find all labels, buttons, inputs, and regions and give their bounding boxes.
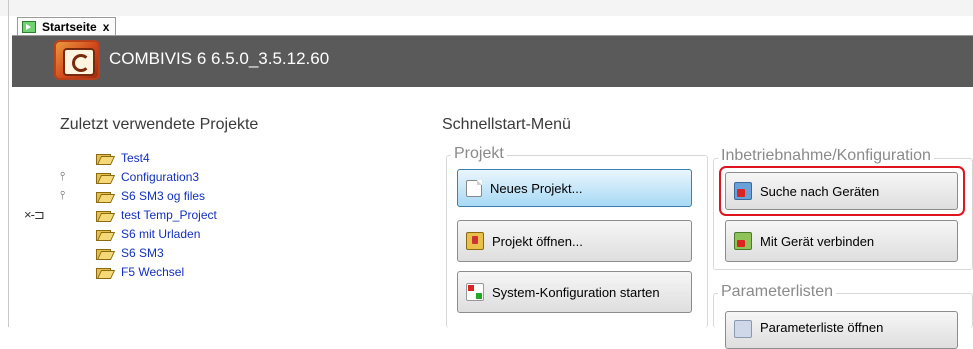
recent-project-item[interactable]: S6 mit Urladen — [96, 225, 200, 243]
folder-icon — [96, 229, 111, 241]
folder-icon — [96, 210, 111, 222]
recent-project-item[interactable]: Configuration3 — [96, 168, 199, 186]
parameter-group-label: Parameterlisten — [718, 283, 837, 301]
recent-project-label: F5 Wechsel — [121, 265, 185, 279]
recent-project-item[interactable]: S6 SM3 — [96, 244, 164, 262]
parameter-list-button[interactable]: Parameterliste öffnen — [725, 311, 958, 349]
recent-project-label: Configuration3 — [121, 170, 200, 184]
open-project-button[interactable]: Projekt öffnen... — [457, 220, 692, 262]
parameter-list-icon — [734, 320, 752, 338]
system-config-icon — [466, 283, 484, 301]
highlight-marker — [719, 166, 965, 216]
open-folder-icon — [466, 232, 484, 250]
commissioning-group-label: Inbetriebnahme/Konfiguration — [718, 147, 934, 165]
recent-project-label: S6 mit Urladen — [121, 227, 201, 241]
tab-label: Startseite — [42, 20, 97, 34]
recent-project-label: S6 SM3 og files — [121, 189, 206, 203]
unpin-icon[interactable]: ×-⊐ — [24, 207, 45, 223]
left-border — [8, 0, 9, 327]
parameter-list-label: Parameterliste öffnen — [760, 320, 884, 335]
recent-project-item[interactable]: Test4 — [96, 149, 150, 167]
folder-icon — [96, 153, 111, 165]
device-connect-label: Mit Gerät verbinden — [760, 233, 875, 249]
device-connect-icon — [734, 232, 752, 250]
system-config-label: System-Konfiguration starten — [492, 284, 660, 300]
new-document-icon — [466, 179, 482, 197]
recent-project-item[interactable]: F5 Wechsel — [96, 263, 184, 281]
recent-project-item[interactable]: test Temp_Project — [96, 206, 217, 224]
recent-project-item[interactable]: S6 SM3 og files — [96, 187, 205, 205]
recent-project-label: Test4 — [121, 151, 150, 165]
tab-close-button[interactable]: x — [103, 20, 110, 34]
tab-startseite[interactable]: Startseite x — [17, 17, 117, 36]
recent-projects-title: Zuletzt verwendete Projekte — [60, 116, 259, 133]
folder-icon — [96, 191, 111, 203]
new-project-label: Neues Projekt... — [490, 180, 583, 196]
quickstart-title: Schnellstart-Menü — [442, 116, 571, 133]
project-group-label: Projekt — [451, 145, 507, 163]
recent-project-label: test Temp_Project — [121, 208, 217, 222]
pin-icon[interactable]: ⫯ — [60, 169, 65, 184]
recent-project-label: S6 SM3 — [121, 246, 164, 260]
combivis-logo-icon — [54, 40, 100, 80]
device-connect-button[interactable]: Mit Gerät verbinden — [725, 220, 958, 262]
folder-icon — [96, 172, 111, 184]
folder-icon — [96, 267, 111, 279]
new-project-button[interactable]: Neues Projekt... — [457, 169, 692, 207]
open-project-label: Projekt öffnen... — [492, 233, 583, 249]
app-title: COMBIVIS 6 6.5.0_3.5.12.60 — [109, 49, 330, 68]
top-strip — [0, 0, 973, 16]
pin-icon[interactable]: ⫯ — [60, 188, 65, 203]
home-page-icon — [22, 21, 36, 33]
folder-icon — [96, 248, 111, 260]
system-config-button[interactable]: System-Konfiguration starten — [457, 271, 692, 313]
